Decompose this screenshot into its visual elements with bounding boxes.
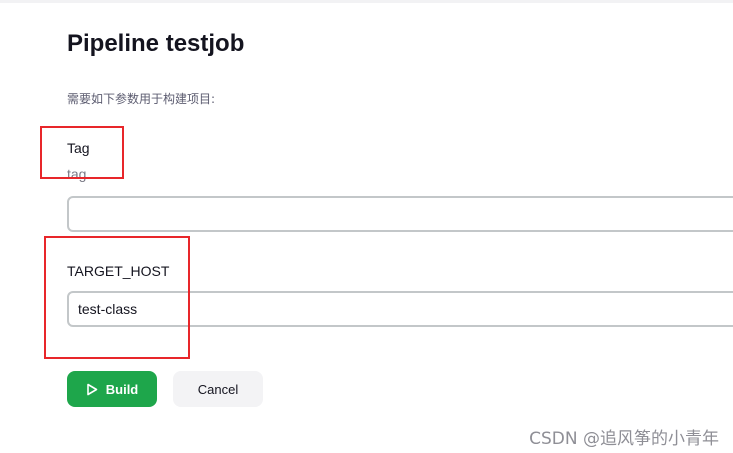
annotation-box-target-host (44, 236, 190, 359)
build-button-label: Build (105, 381, 139, 397)
tag-input[interactable] (67, 196, 733, 232)
page-description: 需要如下参数用于构建项目: (67, 92, 216, 106)
annotation-box-tag (40, 126, 124, 179)
top-strip (0, 0, 733, 3)
page-title: Pipeline testjob (67, 30, 245, 57)
build-button[interactable]: Build (67, 371, 157, 407)
cancel-button[interactable]: Cancel (173, 371, 263, 407)
watermark: CSDN @追风筝的小青年 (529, 429, 719, 449)
play-icon (86, 383, 98, 396)
